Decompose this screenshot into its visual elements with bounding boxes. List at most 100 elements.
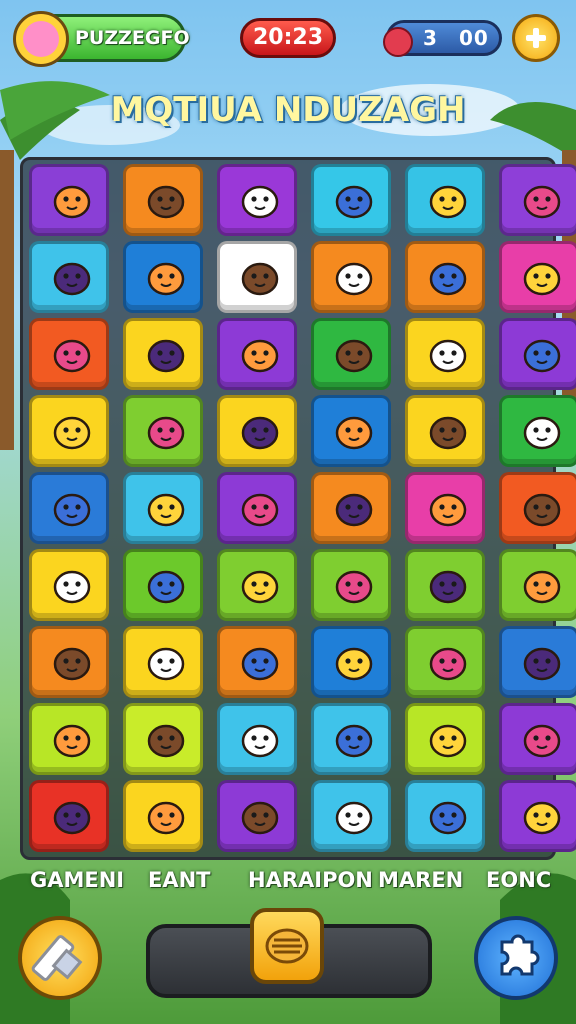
board-tile[interactable] — [217, 164, 297, 236]
board-tile[interactable] — [123, 626, 203, 698]
top-hud: PUZZEGFO 20:23 3 00 — [0, 11, 576, 67]
board-tile[interactable] — [29, 164, 109, 236]
board-tile[interactable] — [29, 549, 109, 621]
board-tile[interactable] — [499, 241, 576, 313]
seal-icon — [53, 493, 91, 527]
eraser-tool-button[interactable] — [18, 916, 102, 1000]
eraser-icon — [31, 935, 83, 981]
board-tile[interactable] — [499, 164, 576, 236]
cat-head-icon — [241, 647, 279, 681]
board-tile[interactable] — [405, 549, 485, 621]
board-tile[interactable] — [217, 472, 297, 544]
board-tile[interactable] — [29, 780, 109, 852]
board-tile[interactable] — [499, 472, 576, 544]
plus-badge-icon — [241, 570, 279, 604]
bear-icon — [147, 416, 185, 450]
board-tile[interactable] — [123, 164, 203, 236]
board-tile[interactable] — [217, 703, 297, 775]
board-tile[interactable] — [217, 241, 297, 313]
board-tile[interactable] — [123, 472, 203, 544]
bear-icon — [147, 185, 185, 219]
board-tile[interactable] — [405, 241, 485, 313]
board-tile[interactable] — [405, 318, 485, 390]
currency-value-right: 00 — [459, 26, 489, 50]
board-tile[interactable] — [499, 780, 576, 852]
yellow-gem-icon — [335, 339, 373, 373]
category-label: HARAIPON — [248, 868, 373, 892]
board-tile[interactable] — [405, 703, 485, 775]
category-label: MAREN — [378, 868, 464, 892]
board-tile[interactable] — [499, 703, 576, 775]
fox-icon — [53, 185, 91, 219]
dog-icon — [147, 339, 185, 373]
fish-icon — [53, 416, 91, 450]
carrot-icon — [429, 801, 467, 835]
board-tile[interactable] — [123, 395, 203, 467]
board-tile[interactable] — [311, 549, 391, 621]
pig-icon — [53, 339, 91, 373]
board-tile[interactable] — [123, 318, 203, 390]
ghost-icon — [523, 647, 561, 681]
board-tile[interactable] — [217, 318, 297, 390]
board-tile[interactable] — [29, 241, 109, 313]
puzzle-piece-tool-button[interactable] — [474, 916, 558, 1000]
board-tile[interactable] — [405, 395, 485, 467]
board-tile[interactable] — [311, 626, 391, 698]
player-profile-badge[interactable]: PUZZEGFO — [13, 11, 190, 67]
board-tile[interactable] — [311, 395, 391, 467]
board-tile[interactable] — [123, 703, 203, 775]
booster-button[interactable] — [250, 908, 324, 984]
board-tile[interactable] — [405, 780, 485, 852]
category-label: EANT — [148, 868, 211, 892]
category-label: GAMENI — [30, 868, 125, 892]
board-tile[interactable] — [217, 780, 297, 852]
radio-icon — [53, 570, 91, 604]
turtle-icon — [429, 724, 467, 758]
bird-icon — [241, 185, 279, 219]
board-tile[interactable] — [405, 472, 485, 544]
board-tile[interactable] — [499, 318, 576, 390]
purple-creature-icon — [523, 262, 561, 296]
cloud-creature-icon — [429, 493, 467, 527]
add-currency-button[interactable] — [512, 14, 560, 62]
blob-icon — [241, 493, 279, 527]
star-fish-icon — [335, 185, 373, 219]
board-tile[interactable] — [311, 472, 391, 544]
board-tile[interactable] — [405, 626, 485, 698]
board-tile[interactable] — [123, 241, 203, 313]
board-tile[interactable] — [217, 626, 297, 698]
board-tile[interactable] — [499, 626, 576, 698]
board-tile[interactable] — [29, 472, 109, 544]
seal-icon — [147, 493, 185, 527]
diamond-gem-icon — [241, 339, 279, 373]
squirrel-icon — [523, 724, 561, 758]
whale-icon — [429, 185, 467, 219]
board-tile[interactable] — [311, 241, 391, 313]
red-gem-icon — [383, 27, 413, 57]
puffer-fish-icon — [523, 416, 561, 450]
board-tile[interactable] — [499, 549, 576, 621]
hamster-icon — [53, 647, 91, 681]
board-tile[interactable] — [217, 549, 297, 621]
board-tile[interactable] — [311, 164, 391, 236]
board-tile[interactable] — [405, 164, 485, 236]
currency-counter: 3 00 — [383, 20, 502, 57]
owl-icon — [241, 724, 279, 758]
board-tile[interactable] — [499, 395, 576, 467]
board-tile[interactable] — [311, 318, 391, 390]
board-tile[interactable] — [29, 626, 109, 698]
board-tile[interactable] — [29, 395, 109, 467]
board-tile[interactable] — [29, 703, 109, 775]
board-tile[interactable] — [123, 780, 203, 852]
board-tile[interactable] — [217, 395, 297, 467]
monkey-icon — [335, 570, 373, 604]
board-tile[interactable] — [311, 780, 391, 852]
house-icon — [429, 647, 467, 681]
board-tile[interactable] — [123, 549, 203, 621]
board-tile[interactable] — [29, 318, 109, 390]
cat-head-icon — [335, 493, 373, 527]
category-label: EONC — [486, 868, 552, 892]
backpack-icon — [241, 262, 279, 296]
board-tile[interactable] — [311, 703, 391, 775]
cheese-icon — [147, 724, 185, 758]
